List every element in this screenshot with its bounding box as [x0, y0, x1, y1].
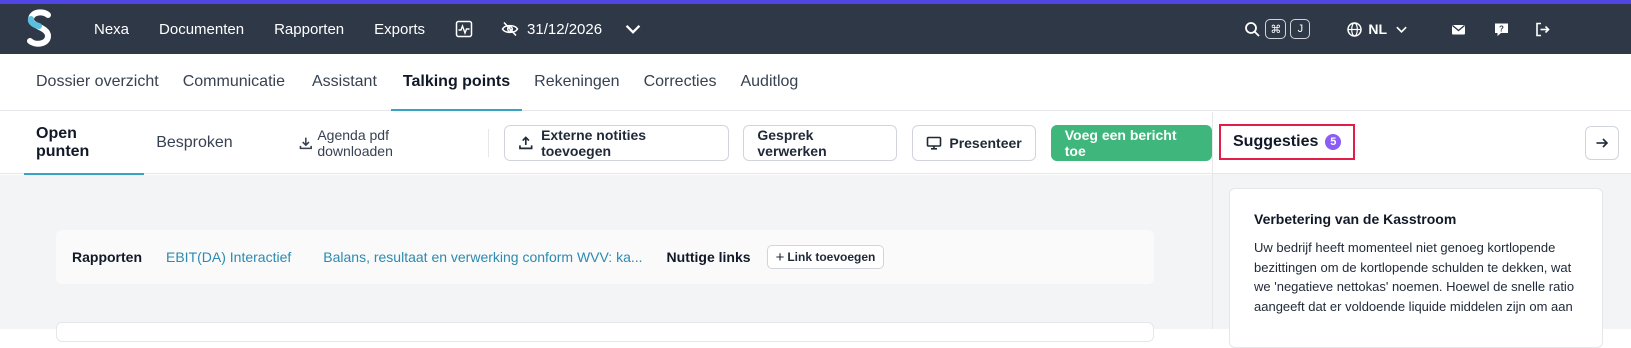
suggestions-count-badge: 5	[1325, 134, 1342, 150]
suggestions-panel: Suggesties 5 Verbetering van de Kasstroo…	[1212, 112, 1631, 348]
suggestion-card-title: Verbetering van de Kasstroom	[1254, 211, 1457, 227]
svg-text:?: ?	[1499, 24, 1504, 33]
toolbar-divider	[487, 128, 489, 157]
tab-correcties[interactable]: Correcties	[644, 54, 717, 110]
report-link-balans[interactable]: Balans, resultaat en verwerking conform …	[323, 249, 642, 265]
search-button[interactable]: ⌘ J	[1244, 19, 1311, 39]
period-date: 31/12/2026	[527, 20, 603, 38]
dossier-tabs: Dossier overzicht Communicatie Assistant…	[0, 54, 1631, 111]
report-link-ebitda[interactable]: EBIT(DA) Interactief	[166, 249, 291, 265]
mail-icon	[1452, 24, 1465, 34]
suggestion-card[interactable]: Verbetering van de Kasstroom Uw bedrijf …	[1229, 188, 1603, 348]
logout-icon	[1536, 22, 1550, 36]
collapse-panel-button[interactable]	[1585, 126, 1619, 160]
suggestion-card-text: Uw bedrijf heeft momenteel niet genoeg k…	[1254, 240, 1575, 314]
add-message-label: Voeg een bericht toe	[1064, 126, 1177, 159]
monitor-icon	[927, 136, 942, 150]
download-agenda-button[interactable]: Agenda pdf downloaden	[299, 127, 465, 159]
tab-talking-points[interactable]: Talking points	[390, 54, 523, 111]
nav-rapporten[interactable]: Rapporten	[274, 21, 344, 38]
language-selector[interactable]: NL	[1346, 21, 1408, 38]
subtab-open-punten[interactable]: Open punten	[23, 112, 145, 175]
eye-off-icon	[501, 21, 519, 37]
help-chat-icon: ?	[1495, 23, 1508, 36]
tab-dossier-overzicht[interactable]: Dossier overzicht	[36, 54, 159, 110]
present-button[interactable]: Presenteer	[912, 124, 1036, 161]
nav-documenten[interactable]: Documenten	[159, 21, 244, 38]
nav-exports[interactable]: Exports	[374, 21, 425, 38]
mail-button[interactable]	[1450, 21, 1467, 38]
reports-label: Rapporten	[72, 249, 142, 265]
subtab-besproken[interactable]: Besproken	[156, 112, 233, 174]
shortcut-key-cmd: ⌘	[1265, 19, 1287, 39]
search-icon	[1245, 21, 1260, 37]
tab-rekeningen[interactable]: Rekeningen	[534, 54, 619, 110]
tab-assistant[interactable]: Assistant	[312, 54, 377, 110]
suggestions-title[interactable]: Suggesties 5	[1219, 124, 1356, 160]
add-link-label: Link toevoegen	[787, 250, 876, 264]
tab-auditlog[interactable]: Auditlog	[740, 54, 798, 110]
chevron-down-icon	[1396, 26, 1407, 33]
talking-point-card	[56, 322, 1154, 342]
process-conversation-label: Gesprek verwerken	[757, 126, 827, 159]
external-notes-label: Externe notities toevoegen	[541, 126, 647, 159]
useful-links-label: Nuttige links	[666, 249, 751, 265]
suggestions-header: Suggesties 5	[1213, 112, 1631, 174]
period-selector[interactable]: 31/12/2026	[501, 20, 650, 38]
tab-communicatie[interactable]: Communicatie	[183, 54, 285, 110]
links-bar: Rapporten EBIT(DA) Interactief Balans, r…	[56, 230, 1154, 284]
chevron-down-icon	[625, 24, 641, 34]
talking-points-toolbar: Open punten Besproken Agenda pdf downloa…	[0, 112, 1213, 175]
talking-points-content: Rapporten EBIT(DA) Interactief Balans, r…	[0, 175, 1212, 342]
shortcut-key-j: J	[1290, 19, 1311, 39]
top-navigation-bar: Nexa Documenten Rapporten Exports 31/12/…	[0, 4, 1631, 54]
arrow-right-icon	[1596, 138, 1609, 148]
suggestions-title-text: Suggesties	[1233, 133, 1319, 150]
present-label: Presenteer	[949, 134, 1022, 151]
activity-chart-icon[interactable]	[455, 20, 473, 38]
external-notes-button[interactable]: Externe notities toevoegen	[504, 124, 730, 161]
add-message-button[interactable]: Voeg een bericht toe	[1050, 124, 1213, 161]
logout-button[interactable]	[1534, 21, 1551, 38]
upload-icon	[519, 135, 533, 149]
download-icon	[299, 137, 312, 149]
plus-icon: +	[775, 248, 785, 266]
logo-s-icon	[27, 9, 52, 47]
download-agenda-label: Agenda pdf downloaden	[317, 126, 393, 159]
nav-nexa[interactable]: Nexa	[94, 21, 129, 38]
app-logo[interactable]	[15, 4, 65, 54]
process-conversation-button[interactable]: Gesprek verwerken	[743, 124, 898, 161]
suggestions-list: Verbetering van de Kasstroom Uw bedrijf …	[1213, 174, 1631, 348]
add-link-button[interactable]: + Link toevoegen	[766, 245, 885, 269]
globe-icon	[1347, 21, 1363, 37]
language-label: NL	[1368, 21, 1387, 37]
help-button[interactable]: ?	[1493, 21, 1510, 38]
